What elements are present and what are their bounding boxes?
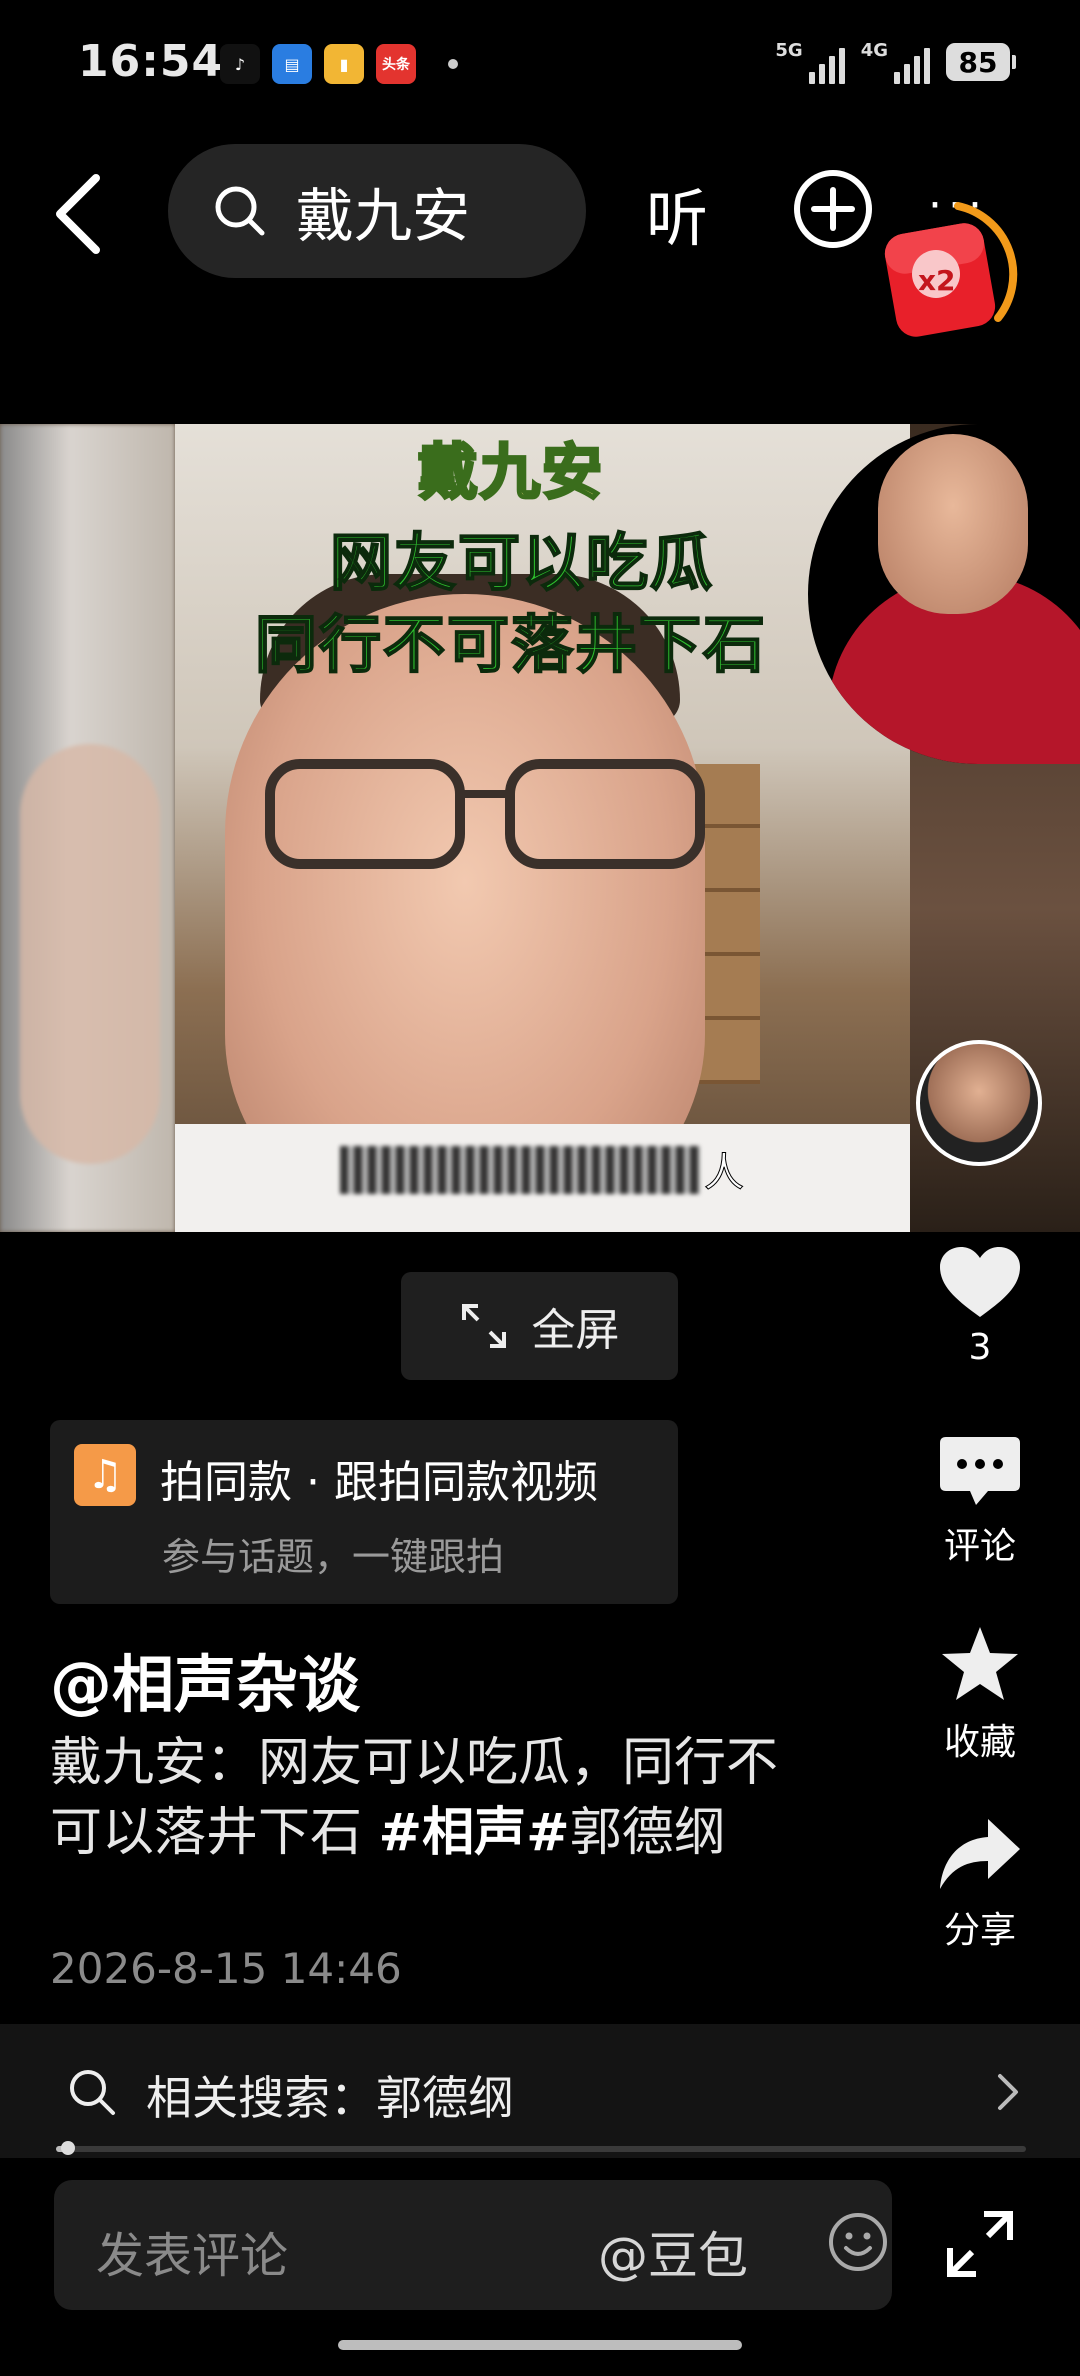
comment-bubble-icon (940, 1437, 1020, 1505)
related-search-bar[interactable]: 相关搜索：郭德纲 (0, 2024, 1080, 2158)
post-date: 2026-8-15 14:46 (50, 1944, 402, 1993)
plus-circle-icon (794, 170, 872, 248)
search-icon (70, 2070, 115, 2115)
related-search-label: 相关搜索：郭德纲 (146, 2071, 514, 2125)
signal-5g-icon: 5G (775, 40, 845, 84)
shoot-same-card[interactable]: ♫ 拍同款 · 跟拍同款视频 参与话题，一键跟拍 (50, 1420, 678, 1604)
chevron-right-icon (998, 2074, 1018, 2110)
battery-icon: 85 (946, 43, 1016, 81)
tiktok-icon: ♪ (220, 44, 260, 84)
search-query: 戴九安 (296, 182, 471, 250)
author-name[interactable]: @相声杂谈 (50, 1634, 360, 1724)
share-button[interactable]: 分享 (920, 1815, 1040, 1953)
emoji-icon[interactable] (826, 2210, 890, 2274)
mention-doubao-button[interactable]: @豆包 (598, 2216, 748, 2288)
battery-level: 85 (958, 45, 998, 79)
video-subtitle-blurred (340, 1146, 700, 1194)
hashtag-crosstalk[interactable]: #相声# (379, 1803, 570, 1863)
music-note-icon: ♫ (74, 1444, 136, 1506)
red-packet-widget[interactable]: x2 (880, 200, 1030, 370)
glasses-icon (265, 759, 705, 869)
signal-4g-icon: 4G (861, 40, 930, 84)
star-icon (942, 1627, 1018, 1700)
comment-placeholder: 发表评论 (96, 2228, 289, 2284)
share-label: 分享 (943, 1910, 1016, 1951)
status-time: 16:54 (78, 36, 224, 87)
favorite-button[interactable]: 收藏 (920, 1623, 1040, 1765)
shoot-same-title: 拍同款 · 跟拍同款视频 (160, 1457, 598, 1508)
status-bar: 16:54 ♪ ▤ ▮ 头条 5G 4G 85 (0, 0, 1080, 130)
video-subtitle-tail: 人 (704, 1150, 745, 1197)
search-bar[interactable]: 戴九安 (168, 144, 586, 278)
red-packet-multiplier: x2 (918, 264, 956, 297)
notification-icons: ♪ ▤ ▮ 头条 (220, 44, 458, 84)
expand-diagonal-icon (461, 1304, 506, 1348)
video-overlay-name: 戴九安 (417, 437, 604, 510)
video-overlay-line-1: 网友可以吃瓜 (329, 525, 715, 600)
add-button[interactable] (792, 168, 874, 250)
fullscreen-button[interactable]: 全屏 (401, 1272, 678, 1380)
more-notifications-dot (448, 59, 458, 69)
comment-input[interactable]: 发表评论 @豆包 (54, 2180, 892, 2310)
network-type-label: 5G (775, 40, 803, 61)
status-indicators: 5G 4G 85 (775, 40, 1016, 84)
video-overlay-line-2: 同行不可落井下石 (254, 607, 768, 682)
wallet-app-icon: ▤ (272, 44, 312, 84)
chevron-left-icon (56, 174, 100, 254)
video-blur-left (0, 424, 175, 1232)
back-button[interactable] (48, 164, 128, 264)
listen-button[interactable]: 听 (646, 168, 708, 258)
expand-icon[interactable] (944, 2208, 1016, 2280)
share-arrow-icon (940, 1819, 1020, 1889)
like-count: 3 (968, 1327, 992, 1368)
comment-button[interactable]: 评论 (920, 1435, 1040, 1569)
heart-icon (940, 1247, 1020, 1317)
comment-label: 评论 (943, 1526, 1016, 1567)
hashtag-guodegang[interactable]: 郭德纲 (570, 1803, 726, 1863)
playback-progress-handle[interactable] (60, 2141, 75, 2155)
playback-progress-bar[interactable] (56, 2141, 1026, 2155)
home-indicator[interactable] (338, 2340, 742, 2350)
shoot-same-subtitle: 参与话题，一键跟拍 (162, 1535, 505, 1579)
toutiao-icon: 头条 (376, 44, 416, 84)
post-description: 戴九安：网友可以吃瓜，同行不可以落井下石 #相声#郭德纲 (50, 1728, 810, 1868)
favorite-label: 收藏 (943, 1722, 1016, 1763)
creator-avatar[interactable] (916, 1040, 1042, 1166)
network-type-label: 4G (860, 40, 888, 61)
like-button[interactable]: 3 (920, 1245, 1040, 1368)
search-icon (215, 186, 265, 236)
reader-app-icon: ▮ (324, 44, 364, 84)
fullscreen-label: 全屏 (531, 1305, 620, 1356)
